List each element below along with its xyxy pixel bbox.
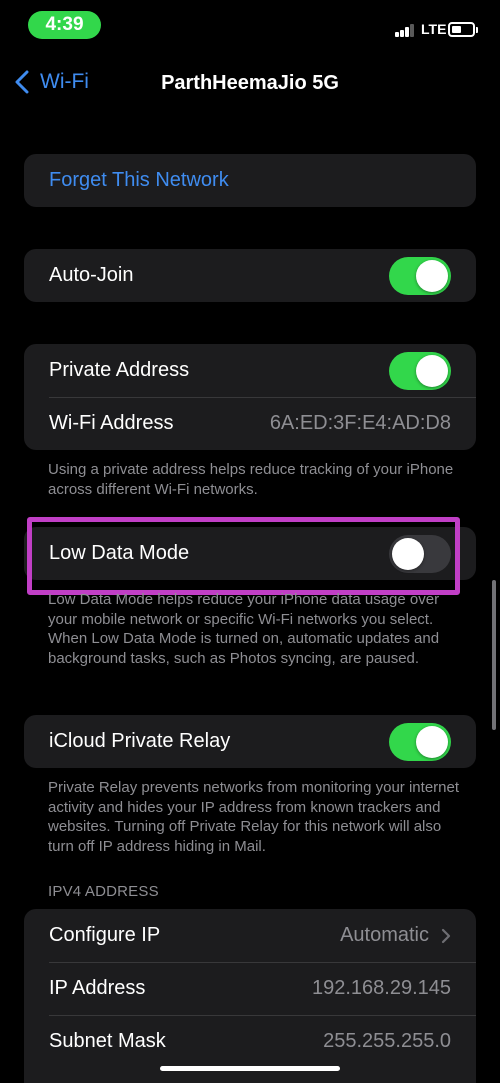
configure-ip-label: Configure IP	[49, 924, 161, 946]
private-address-row: Private Address	[24, 344, 476, 397]
status-time[interactable]: 4:39	[28, 11, 101, 39]
ipv4-section-header: IPV4 ADDRESS	[48, 883, 159, 900]
chevron-right-icon	[441, 928, 451, 943]
forget-group: Forget This Network	[24, 154, 476, 207]
private-address-toggle[interactable]	[389, 351, 451, 390]
wifi-address-value: 6A:ED:3F:E4:AD:D8	[269, 412, 451, 434]
low-data-mode-note: Low Data Mode helps reduce your iPhone d…	[48, 591, 440, 667]
private-address-group: Private Address Wi-Fi Address 6A:ED:3F:E…	[24, 344, 476, 450]
network-type: LTE	[421, 21, 447, 37]
private-relay-label: iCloud Private Relay	[49, 730, 231, 752]
auto-join-toggle[interactable]	[389, 256, 451, 295]
page-title: ParthHeemaJio 5G	[161, 72, 339, 94]
private-address-label: Private Address	[49, 359, 190, 381]
private-relay-group: iCloud Private Relay	[24, 715, 476, 768]
auto-join-group: Auto-Join	[24, 249, 476, 302]
configure-ip-value: Automatic	[340, 924, 429, 946]
wifi-address-label: Wi-Fi Address	[49, 412, 174, 434]
forget-network-label: Forget This Network	[49, 169, 229, 191]
low-data-group: Low Data Mode	[24, 527, 476, 580]
low-data-mode-label: Low Data Mode	[49, 542, 190, 564]
subnet-mask-value: 255.255.255.0	[323, 1030, 451, 1052]
low-data-mode-row: Low Data Mode	[24, 527, 476, 580]
status-bar: 4:39 LTE	[0, 0, 500, 60]
wifi-address-row: Wi-Fi Address 6A:ED:3F:E4:AD:D8	[24, 397, 476, 450]
ip-address-row: IP Address 192.168.29.145	[24, 962, 476, 1015]
battery-icon	[448, 22, 478, 37]
cellular-signal-icon	[395, 24, 415, 37]
private-relay-note: Private Relay prevents networks from mon…	[48, 779, 460, 855]
ip-address-value: 192.168.29.145	[311, 977, 451, 999]
ip-address-label: IP Address	[49, 977, 146, 999]
forget-network-button[interactable]: Forget This Network	[24, 154, 476, 207]
home-indicator[interactable]	[160, 1066, 340, 1071]
subnet-mask-row: Subnet Mask 255.255.255.0	[24, 1015, 476, 1068]
subnet-mask-label: Subnet Mask	[49, 1030, 166, 1052]
private-address-note: Using a private address helps reduce tra…	[48, 461, 454, 498]
private-relay-toggle[interactable]	[389, 722, 451, 761]
navigation-bar: Wi-Fi ParthHeemaJio 5G	[0, 62, 500, 110]
auto-join-label: Auto-Join	[49, 264, 134, 286]
ipv4-group: Configure IP Automatic IP Address 192.16…	[24, 909, 476, 1083]
auto-join-row: Auto-Join	[24, 249, 476, 302]
private-relay-row: iCloud Private Relay	[24, 715, 476, 768]
configure-ip-row[interactable]: Configure IP Automatic	[24, 909, 476, 962]
scrollbar[interactable]	[492, 580, 496, 730]
low-data-mode-toggle[interactable]	[389, 534, 451, 573]
